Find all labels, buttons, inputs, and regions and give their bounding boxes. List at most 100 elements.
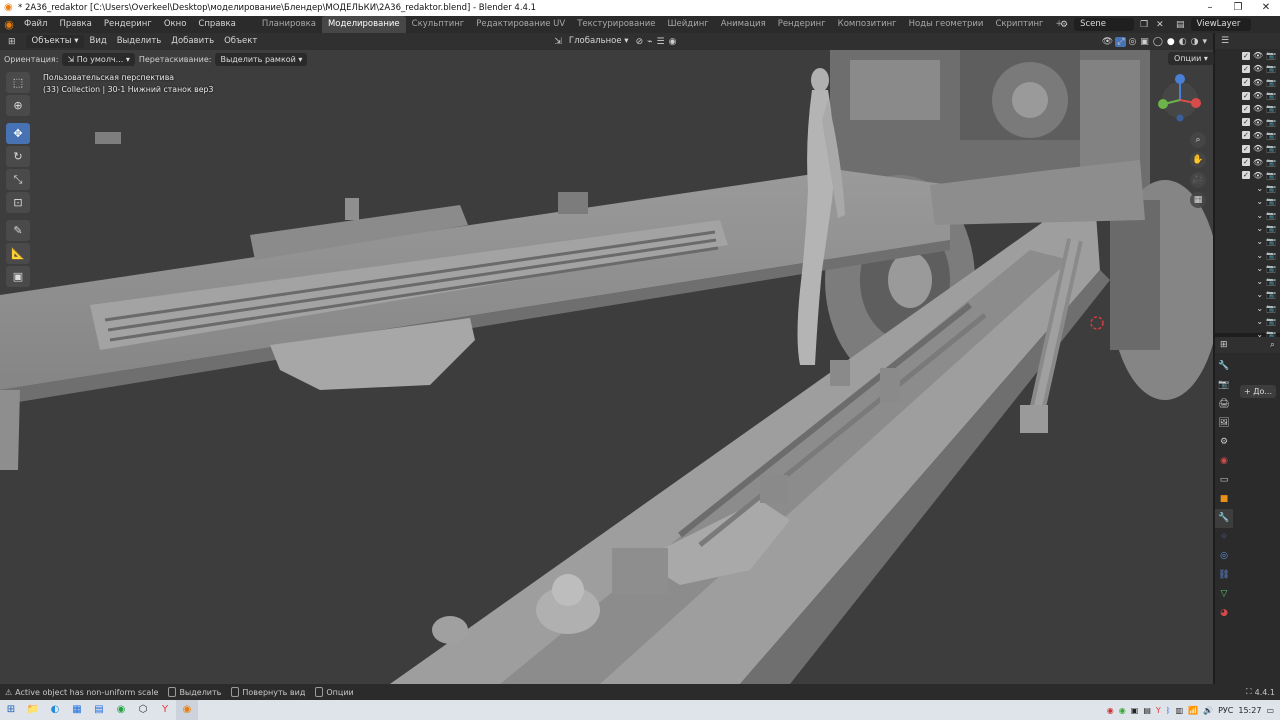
object-tab-icon[interactable]: ■ [1215, 490, 1233, 509]
yandex-browser-icon[interactable]: Y [154, 700, 176, 720]
eye-icon[interactable]: 👁 [1253, 118, 1263, 127]
tray-app-icon[interactable]: ▥ [1176, 706, 1184, 715]
camera-icon[interactable]: 📷 [1266, 184, 1276, 193]
checkbox-icon[interactable]: ✓ [1241, 158, 1250, 167]
collapse-chevron-icon[interactable]: ⌄ [1256, 197, 1263, 206]
outliner-row[interactable]: ⌄ 📷 [1215, 209, 1280, 222]
outliner-row[interactable]: ⌄ 📷 [1215, 262, 1280, 275]
tab-scripting[interactable]: Скриптинг [989, 16, 1049, 33]
object-menu[interactable]: Объект [219, 33, 262, 50]
solid-shading-icon[interactable]: ● [1165, 37, 1177, 47]
scale-tool-icon[interactable]: ⤡ [6, 169, 30, 190]
edge-browser-icon[interactable]: ◐ [44, 700, 66, 720]
outliner-row[interactable]: ✓ 👁 📷 [1215, 49, 1280, 62]
scene-tab-icon[interactable]: ⚙ [1215, 433, 1233, 452]
start-menu-icon[interactable]: ⊞ [0, 700, 22, 720]
blender-taskbar-icon[interactable]: ◉ [176, 700, 198, 720]
bluetooth-icon[interactable]: ᛒ [1166, 706, 1171, 715]
visibility-icon[interactable]: 👁 [1100, 37, 1115, 47]
outliner-row[interactable]: ⌄ 📷 [1215, 182, 1280, 195]
properties-editor-icon[interactable]: ⊞ [1218, 340, 1230, 350]
transform-tool-icon[interactable]: ⊡ [6, 192, 30, 213]
clock[interactable]: 15:27 [1238, 706, 1261, 715]
collapse-chevron-icon[interactable]: ⌄ [1256, 277, 1263, 286]
camera-icon[interactable]: 📷 [1266, 64, 1276, 73]
camera-icon[interactable]: 📷 [1266, 277, 1276, 286]
outliner-row[interactable]: ✓ 👁 📷 [1215, 129, 1280, 142]
zoom-icon[interactable]: ⌕ [1190, 132, 1206, 148]
snap-icon[interactable]: ⌁ [645, 37, 654, 47]
camera-icon[interactable]: 📷 [1266, 317, 1276, 326]
camera-icon[interactable]: 📷 [1266, 91, 1276, 100]
checkbox-icon[interactable]: ✓ [1241, 118, 1250, 127]
rendered-shading-icon[interactable]: ◑ [1189, 37, 1201, 47]
checkbox-icon[interactable]: ✓ [1241, 91, 1250, 100]
orientation-dropdown[interactable]: ⇲ По умолч... ▾ [62, 52, 135, 66]
delete-scene-icon[interactable]: ✕ [1154, 20, 1166, 30]
taskbar-app-icon[interactable]: ⬡ [132, 700, 154, 720]
axis-gizmo-icon[interactable] [1150, 70, 1210, 122]
menu-render[interactable]: Рендеринг [98, 16, 158, 33]
close-button[interactable]: ✕ [1252, 0, 1280, 16]
camera-icon[interactable]: 📷 [1266, 131, 1276, 140]
tab-rendering[interactable]: Рендеринг [772, 16, 832, 33]
eye-icon[interactable]: 👁 [1253, 171, 1263, 180]
physics-tab-icon[interactable]: ◎ [1215, 547, 1233, 566]
properties-search-icon[interactable]: ⌕ [1268, 340, 1277, 350]
tab-modeling[interactable]: Моделирование [321, 16, 406, 33]
snap-target-icon[interactable]: ☰ [655, 37, 667, 47]
camera-view-icon[interactable]: 🎥 [1190, 172, 1206, 188]
move-tool-icon[interactable]: ✥ [6, 123, 30, 144]
checkbox-icon[interactable]: ✓ [1241, 64, 1250, 73]
taskbar-app-icon[interactable]: ▦ [66, 700, 88, 720]
select-box-tool-icon[interactable]: ⬚ [6, 72, 30, 93]
outliner-row[interactable]: ⌄ 📷 [1215, 275, 1280, 288]
add-menu[interactable]: Добавить [166, 33, 219, 50]
maximize-button[interactable]: ❐ [1224, 0, 1252, 16]
outliner-row[interactable]: ⌄ 📷 [1215, 315, 1280, 328]
proportional-edit-icon[interactable]: ◉ [667, 37, 679, 47]
collapse-chevron-icon[interactable]: ⌄ [1256, 211, 1263, 220]
view-menu[interactable]: Вид [84, 33, 111, 50]
menu-help[interactable]: Справка [192, 16, 241, 33]
taskbar-app-icon[interactable]: ▤ [88, 700, 110, 720]
tray-app-icon[interactable]: ▣ [1131, 706, 1139, 715]
select-menu[interactable]: Выделить [112, 33, 167, 50]
collapse-chevron-icon[interactable]: ⌄ [1256, 264, 1263, 273]
eye-icon[interactable]: 👁 [1253, 64, 1263, 73]
collection-tab-icon[interactable]: ▭ [1215, 471, 1233, 490]
outliner-row[interactable]: ✓ 👁 📷 [1215, 62, 1280, 75]
collapse-chevron-icon[interactable]: ⌄ [1256, 290, 1263, 299]
pan-hand-icon[interactable]: ✋ [1190, 152, 1206, 168]
camera-icon[interactable]: 📷 [1266, 211, 1276, 220]
camera-icon[interactable]: 📷 [1266, 118, 1276, 127]
menu-window[interactable]: Окно [158, 16, 193, 33]
outliner-editor-icon[interactable]: ☰ [1219, 36, 1231, 46]
annotate-tool-icon[interactable]: ✎ [6, 220, 30, 241]
particles-tab-icon[interactable]: ⁘ [1215, 528, 1233, 547]
language-indicator[interactable]: РУС [1218, 706, 1233, 715]
data-tab-icon[interactable]: ▽ [1215, 585, 1233, 604]
measure-tool-icon[interactable]: 📐 [6, 243, 30, 264]
camera-icon[interactable]: 📷 [1266, 51, 1276, 60]
tab-texture-paint[interactable]: Текстурирование [571, 16, 661, 33]
overlay-toggle-icon[interactable]: ◎ [1126, 37, 1138, 47]
camera-icon[interactable]: 📷 [1266, 104, 1276, 113]
material-tab-icon[interactable]: ◕ [1215, 604, 1233, 623]
ortho-grid-icon[interactable]: ▦ [1190, 192, 1206, 208]
eye-icon[interactable]: 👁 [1253, 158, 1263, 167]
tab-sculpting[interactable]: Скульптинг [406, 16, 471, 33]
collapse-chevron-icon[interactable]: ⌄ [1256, 304, 1263, 313]
outliner-row[interactable]: ✓ 👁 📷 [1215, 89, 1280, 102]
cursor-tool-icon[interactable]: ⊕ [6, 95, 30, 116]
volume-icon[interactable]: 🔊 [1203, 706, 1213, 715]
shading-options-icon[interactable]: ▾ [1200, 37, 1213, 47]
outliner-row[interactable]: ✓ 👁 📷 [1215, 169, 1280, 182]
network-icon[interactable]: 📶 [1188, 706, 1198, 715]
transform-orientation-dropdown[interactable]: Глобальное ▾ [564, 33, 634, 50]
tray-app-icon[interactable]: Y [1156, 706, 1161, 715]
tray-app-icon[interactable]: ▤ [1143, 706, 1151, 715]
camera-icon[interactable]: 📷 [1266, 78, 1276, 87]
checkbox-icon[interactable]: ✓ [1241, 171, 1250, 180]
outliner-row[interactable]: ⌄ 📷 [1215, 302, 1280, 315]
